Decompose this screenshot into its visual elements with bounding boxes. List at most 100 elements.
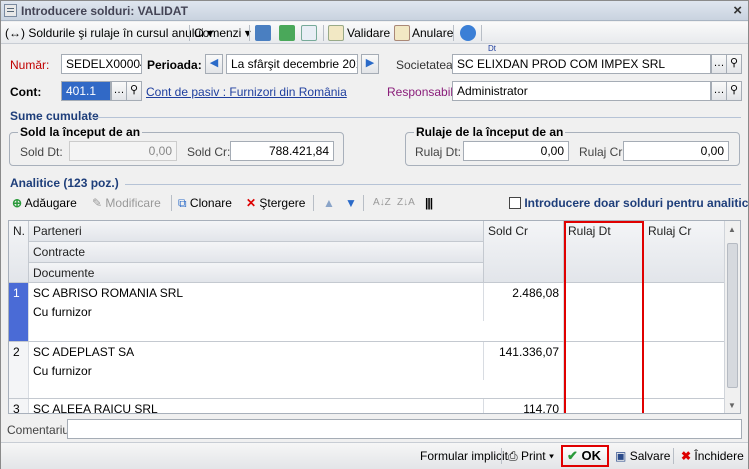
perioada-field[interactable]: La sfârşit decembrie 2013: [226, 54, 358, 74]
next-period-button[interactable]: ▶: [361, 54, 379, 74]
modificare-label: Modificare: [105, 196, 161, 210]
close-icon[interactable]: ×: [733, 2, 742, 19]
modificare-button[interactable]: ✎ Modificare: [92, 195, 161, 211]
row-rulaj-dt[interactable]: [564, 342, 644, 398]
numar-field[interactable]: SEDELX00004: [61, 54, 142, 74]
comment-icon[interactable]: [460, 25, 476, 41]
period-menu-button[interactable]: (↔) Soldurile şi rulaje în cursul anului…: [5, 25, 213, 41]
vertical-scrollbar[interactable]: ▲ ▼: [724, 221, 740, 413]
sold-cr-field[interactable]: 788.421,84: [230, 141, 334, 161]
responsabil-browse-button[interactable]: …: [711, 81, 727, 101]
formular-implicit-button[interactable]: Formular implicit: [420, 449, 508, 463]
commands-menu-label: Comenzi: [194, 26, 242, 40]
row-sold-cr[interactable]: 141.336,07: [484, 342, 564, 398]
anulare-button[interactable]: Anulare: [412, 25, 453, 41]
scroll-down-icon[interactable]: ▼: [728, 401, 736, 410]
cont-field[interactable]: 401.1: [61, 81, 111, 101]
dt-label[interactable]: Dt: [488, 44, 496, 53]
column-header-sold-cr[interactable]: Sold Cr: [484, 221, 564, 283]
separator: [171, 195, 172, 211]
row-rulaj-dt[interactable]: [564, 283, 644, 341]
salvare-label: Salvare: [629, 449, 671, 463]
prev-period-button[interactable]: ◀: [205, 54, 223, 74]
cont-search-icon[interactable]: ⚲: [126, 81, 142, 101]
title-bar: Introducere solduri: VALIDAT ×: [1, 1, 748, 21]
cont-label: Cont:: [10, 85, 42, 99]
move-down-icon[interactable]: ▼: [345, 195, 357, 211]
delete-icon: ✕: [246, 196, 257, 210]
separator: [453, 25, 454, 41]
dialog-window: Introducere solduri: VALIDAT × (↔) Soldu…: [0, 0, 749, 469]
move-up-icon[interactable]: ▲: [323, 195, 335, 211]
print-button[interactable]: ⎙ Print ▾: [508, 449, 554, 464]
period-menu-label: Soldurile şi rulaje în cursul anului: [28, 26, 204, 40]
societatea-search-icon[interactable]: ⚲: [726, 54, 742, 74]
column-header-parteneri[interactable]: Parteneri: [29, 221, 484, 242]
row-rulaj-dt[interactable]: [564, 399, 644, 413]
rulaj-dt-field[interactable]: 0,00: [463, 141, 569, 161]
analitice-grid: N. Parteneri Contracte Documente Sold Cr…: [8, 220, 741, 414]
column-header-contracte[interactable]: Contracte: [29, 242, 484, 263]
column-header-rulaj-dt[interactable]: Rulaj Dt: [564, 221, 644, 283]
close-icon: ✖: [681, 449, 692, 463]
sold-dt-label: Sold Dt:: [20, 145, 63, 159]
adaugare-button[interactable]: ⊕ Adăugare: [12, 195, 77, 211]
window-menu-icon[interactable]: [4, 4, 17, 17]
separator: [323, 25, 324, 41]
clonare-button[interactable]: ⧉ Clonare: [178, 195, 232, 211]
checkbox-label: Introducere doar solduri pentru analitic…: [524, 196, 749, 210]
row-partener[interactable]: SC ALEEA RAICU SRL: [29, 399, 484, 413]
row-rulaj-cr[interactable]: [644, 342, 726, 398]
row-number[interactable]: 3: [9, 399, 29, 413]
row-contract[interactable]: Cu furnizor: [29, 302, 484, 321]
solduri-analitice-checkbox[interactable]: Introducere doar solduri pentru analitic…: [509, 195, 749, 211]
row-rulaj-cr[interactable]: [644, 399, 726, 413]
cont-browse-button[interactable]: …: [111, 81, 127, 101]
scroll-up-icon[interactable]: ▲: [728, 225, 736, 234]
cont-description-link[interactable]: Cont de pasiv : Furnizori din România: [146, 85, 347, 99]
societatea-field[interactable]: SC ELIXDAN PROD COM IMPEX SRL: [452, 54, 711, 74]
responsabil-label: Responsabil:: [387, 85, 457, 99]
ok-button[interactable]: ✔ OK: [561, 445, 609, 467]
row-sold-cr[interactable]: 114,70: [484, 399, 564, 413]
rulaje-group-title: Rulaje de la început de an: [414, 125, 566, 139]
edit-icon: ✎: [92, 196, 103, 210]
column-header-documente[interactable]: Documente: [29, 263, 484, 283]
rulaj-cr-field[interactable]: 0,00: [623, 141, 729, 161]
scroll-thumb[interactable]: [727, 243, 738, 388]
row-rulaj-cr[interactable]: [644, 283, 726, 341]
analitice-section-title: Analitice (123 poz.): [10, 176, 119, 190]
societatea-browse-button[interactable]: …: [711, 54, 727, 74]
row-contract[interactable]: Cu furnizor: [29, 361, 484, 380]
column-header-nr[interactable]: N.: [9, 221, 29, 283]
save-icon[interactable]: [255, 25, 271, 41]
comentariu-label: Comentariu:: [7, 423, 73, 437]
row-sold-cr[interactable]: 2.486,08: [484, 283, 564, 341]
printer-icon: ⎙: [508, 449, 518, 463]
row-partener[interactable]: SC ADEPLAST SA: [29, 342, 484, 361]
societatea-label: Societatea:: [396, 58, 457, 72]
salvare-button[interactable]: ▣ Salvare: [615, 449, 670, 463]
column-header-rulaj-cr[interactable]: Rulaj Cr: [644, 221, 726, 283]
comentariu-field[interactable]: [67, 419, 742, 439]
sort-descending-icon[interactable]: Z↓A: [397, 195, 415, 211]
rulaj-dt-label: Rulaj Dt:: [415, 145, 462, 159]
sold-cr-label: Sold Cr:: [187, 145, 231, 159]
row-number[interactable]: 2: [9, 342, 29, 398]
sold-group-title: Sold la început de an: [18, 125, 143, 139]
inchidere-label: Închidere: [694, 449, 744, 463]
inchidere-button[interactable]: ✖ Închidere: [681, 449, 744, 463]
commands-menu-button[interactable]: Comenzi ▾: [194, 25, 251, 41]
row-number[interactable]: 1: [9, 283, 29, 341]
refresh-icon[interactable]: [279, 25, 295, 41]
row-partener[interactable]: SC ABRISO ROMANIA SRL: [29, 283, 484, 302]
barcode-icon[interactable]: |||: [425, 195, 433, 211]
responsabil-search-icon[interactable]: ⚲: [726, 81, 742, 101]
clone-icon: ⧉: [178, 196, 187, 210]
ok-label: OK: [581, 448, 602, 463]
sort-ascending-icon[interactable]: A↓Z: [373, 195, 391, 211]
responsabil-field[interactable]: Administrator: [452, 81, 711, 101]
validare-button[interactable]: Validare: [347, 25, 390, 41]
stergere-button[interactable]: ✕ Ştergere: [246, 195, 305, 211]
new-document-icon[interactable]: [301, 25, 317, 41]
